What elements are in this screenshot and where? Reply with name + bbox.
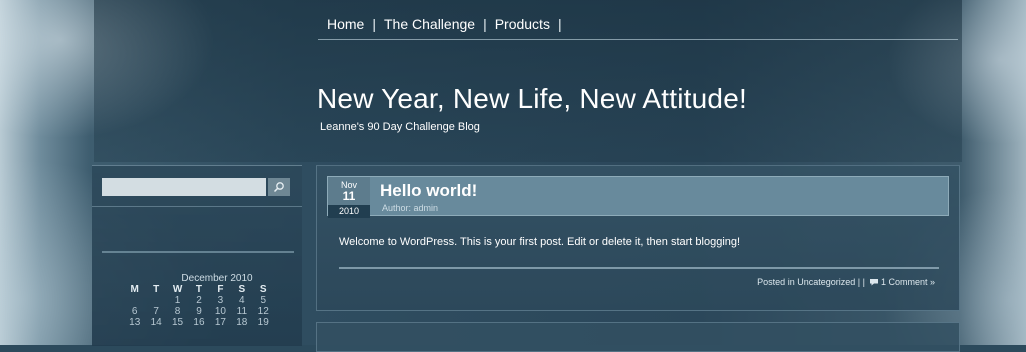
nav-separator: | — [557, 16, 562, 32]
weekday-label: W — [172, 284, 183, 295]
weekday-label: M — [130, 284, 139, 295]
calendar-day: 4 — [239, 295, 245, 306]
calendar-day: 3 — [217, 295, 224, 306]
search-button[interactable] — [268, 178, 290, 196]
site-title[interactable]: New Year, New Life, New Attitude! — [317, 83, 747, 115]
posted-in-label: Posted in — [757, 277, 795, 287]
calendar-day: 12 — [257, 306, 269, 317]
calendar-day: 6 — [131, 306, 138, 317]
blog-post: Nov 11 2010 Hello world! Author: admin W… — [316, 165, 960, 311]
nav-home[interactable]: Home — [318, 16, 372, 32]
weekday-label: S — [259, 284, 267, 295]
post-date-day: 11 — [342, 189, 356, 203]
comment-icon — [869, 279, 878, 286]
calendar-widget: December 2010 M T W T F S S 1 2 3 4 5 6 … — [124, 273, 274, 328]
meta-separator: | | — [857, 277, 865, 287]
search-input[interactable] — [102, 178, 266, 196]
calendar-day: 9 — [196, 306, 202, 317]
calendar-day: 11 — [236, 306, 248, 317]
weekday-label: T — [195, 284, 203, 295]
calendar-day: 16 — [193, 317, 205, 328]
calendar-week: 1 2 3 4 5 — [124, 295, 274, 306]
post-header: Nov 11 2010 Hello world! Author: admin — [327, 176, 949, 218]
nav-the-challenge[interactable]: The Challenge — [376, 16, 483, 32]
calendar-day: 13 — [129, 317, 141, 328]
search-form — [102, 178, 290, 196]
post-divider — [339, 267, 939, 269]
post-author: Author: admin — [382, 203, 439, 213]
calendar-day: 17 — [214, 317, 226, 328]
main-nav: Home | The Challenge | Products | — [318, 16, 562, 32]
search-icon — [273, 182, 284, 193]
weekday-label: T — [153, 284, 160, 295]
calendar-day: 10 — [214, 306, 226, 317]
calendar-caption: December 2010 — [181, 273, 253, 284]
category-link[interactable]: Uncategorized — [797, 277, 855, 287]
comments-link[interactable]: 1 Comment » — [881, 277, 935, 287]
calendar-day: 1 — [174, 295, 181, 306]
calendar-day — [145, 295, 166, 306]
calendar-day: 7 — [153, 306, 159, 317]
calendar-week: 13 14 15 16 17 18 19 — [124, 317, 274, 328]
site-tagline: Leanne's 90 Day Challenge Blog — [320, 121, 480, 133]
calendar-day: 5 — [260, 295, 267, 306]
post-date-year: 2010 — [328, 205, 370, 218]
calendar-day: 15 — [171, 317, 184, 328]
calendar-day — [124, 295, 145, 306]
next-post-box — [316, 322, 960, 352]
post-date-badge: Nov 11 2010 — [328, 177, 370, 218]
calendar-day: 19 — [257, 317, 269, 328]
nav-products[interactable]: Products — [487, 16, 558, 32]
post-body: Welcome to WordPress. This is your first… — [339, 236, 741, 248]
post-meta: Posted in Uncategorized | | 1 Comment » — [757, 277, 935, 287]
calendar-day: 18 — [236, 317, 248, 328]
calendar-day: 8 — [174, 306, 181, 317]
sidebar-divider — [102, 251, 294, 253]
nav-divider — [318, 39, 958, 40]
calendar-day: 2 — [196, 295, 202, 306]
calendar-day: 14 — [150, 317, 162, 328]
sidebar: December 2010 M T W T F S S 1 2 3 4 5 6 … — [92, 165, 302, 346]
weekday-label: F — [217, 284, 224, 295]
post-title[interactable]: Hello world! — [380, 181, 477, 201]
weekday-label: S — [238, 284, 246, 295]
sidebar-divider — [92, 206, 302, 207]
calendar-weekdays: M T W T F S S — [124, 284, 274, 295]
calendar-week: 6 7 8 9 10 11 12 — [124, 306, 274, 317]
